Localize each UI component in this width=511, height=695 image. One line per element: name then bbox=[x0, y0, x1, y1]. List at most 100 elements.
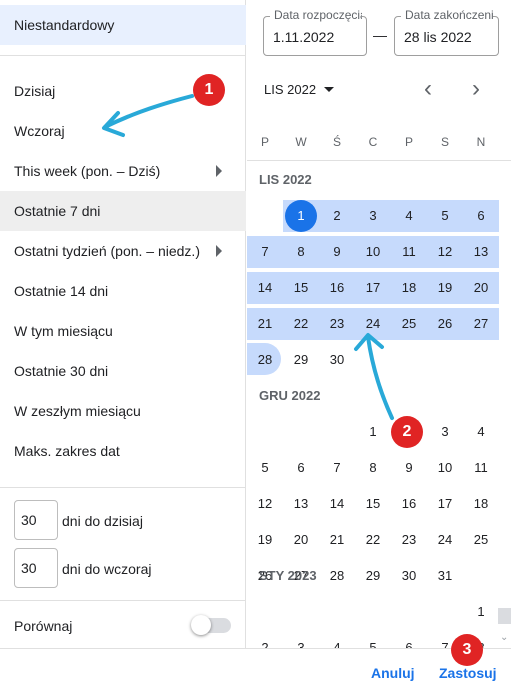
month-heading: STY 2023 bbox=[259, 568, 317, 583]
calendar-day[interactable]: 30 bbox=[391, 560, 427, 592]
scroll-down-icon[interactable]: ⌄ bbox=[500, 632, 508, 643]
calendar-day[interactable]: 1 bbox=[463, 596, 499, 628]
calendar-day[interactable]: 28 bbox=[319, 560, 355, 592]
calendar-day[interactable]: 9 bbox=[319, 236, 355, 268]
calendar-day[interactable]: 4 bbox=[391, 200, 427, 232]
annotation-badge-1: 1 bbox=[193, 74, 225, 106]
calendar-day[interactable]: 13 bbox=[463, 236, 499, 268]
calendar-day[interactable]: 18 bbox=[391, 272, 427, 304]
compare-toggle[interactable] bbox=[191, 615, 231, 635]
calendar-day[interactable]: 30 bbox=[319, 344, 355, 376]
calendar-day[interactable]: 14 bbox=[319, 488, 355, 520]
calendar-day[interactable]: 3 bbox=[427, 416, 463, 448]
calendar-day[interactable]: 7 bbox=[319, 452, 355, 484]
calendar-day[interactable]: 2 bbox=[319, 200, 355, 232]
preset-label: Ostatni tydzień (pon. – niedz.) bbox=[14, 243, 200, 259]
preset-last-14-days[interactable]: Ostatnie 14 dni bbox=[0, 271, 246, 311]
preset-last-30-days[interactable]: Ostatnie 30 dni bbox=[0, 351, 246, 391]
calendar-day[interactable]: 21 bbox=[319, 524, 355, 556]
calendar-day[interactable]: 25 bbox=[463, 524, 499, 556]
calendar-day[interactable]: 22 bbox=[355, 524, 391, 556]
preset-label: Ostatnie 7 dni bbox=[14, 203, 101, 219]
calendar-day[interactable]: 14 bbox=[247, 272, 283, 304]
preset-label: This week (pon. – Dziś) bbox=[14, 163, 161, 179]
preset-yesterday[interactable]: Wczoraj bbox=[0, 111, 246, 151]
preset-last-week[interactable]: Ostatni tydzień (pon. – niedz.) bbox=[0, 231, 246, 271]
calendar-day[interactable]: 17 bbox=[427, 488, 463, 520]
calendar-day[interactable]: 18 bbox=[463, 488, 499, 520]
preset-this-week[interactable]: This week (pon. – Dziś) bbox=[0, 151, 246, 191]
submenu-arrow-icon bbox=[216, 245, 222, 257]
calendar-day[interactable]: 6 bbox=[283, 452, 319, 484]
calendar-day[interactable]: 23 bbox=[319, 308, 355, 340]
days-to-yesterday-input[interactable] bbox=[14, 548, 58, 588]
end-date-field[interactable]: Data zakończenia 28 lis 2022 bbox=[394, 8, 499, 56]
preset-this-month[interactable]: W tym miesiącu bbox=[0, 311, 246, 351]
calendar-day[interactable]: 27 bbox=[463, 308, 499, 340]
calendar-day[interactable]: 23 bbox=[391, 524, 427, 556]
calendar-day[interactable]: 24 bbox=[355, 308, 391, 340]
calendar-day[interactable]: 20 bbox=[283, 524, 319, 556]
calendar-day[interactable]: 29 bbox=[355, 560, 391, 592]
calendar-day[interactable]: 19 bbox=[247, 524, 283, 556]
calendar-day[interactable]: 26 bbox=[427, 308, 463, 340]
calendar-day[interactable]: 24 bbox=[427, 524, 463, 556]
calendar-day[interactable]: 8 bbox=[355, 452, 391, 484]
calendar-day[interactable]: 16 bbox=[391, 488, 427, 520]
preset-last-7-days[interactable]: Ostatnie 7 dni bbox=[0, 191, 246, 231]
preset-max-range[interactable]: Maks. zakres dat bbox=[0, 431, 246, 471]
calendar-day[interactable]: 11 bbox=[391, 236, 427, 268]
calendar-day[interactable]: 31 bbox=[427, 560, 463, 592]
calendar-day[interactable]: 5 bbox=[247, 452, 283, 484]
month-year-label: LIS 2022 bbox=[264, 82, 317, 97]
preset-last-month[interactable]: W zeszłym miesiącu bbox=[0, 391, 246, 431]
calendar-divider bbox=[247, 160, 511, 161]
calendar-day[interactable]: 11 bbox=[463, 452, 499, 484]
calendar-day[interactable]: 15 bbox=[283, 272, 319, 304]
calendar-day[interactable]: 13 bbox=[283, 488, 319, 520]
cancel-button[interactable]: Anuluj bbox=[371, 665, 415, 681]
divider bbox=[0, 55, 246, 56]
calendar-day[interactable]: 4 bbox=[463, 416, 499, 448]
preset-custom[interactable]: Niestandardowy bbox=[0, 5, 246, 45]
calendar-day[interactable]: 20 bbox=[463, 272, 499, 304]
preset-label: Wczoraj bbox=[14, 123, 65, 139]
calendar-day[interactable]: 21 bbox=[247, 308, 283, 340]
annotation-badge-2: 2 bbox=[391, 416, 423, 448]
weekday-header: P bbox=[404, 135, 413, 149]
calendar-day[interactable]: 12 bbox=[247, 488, 283, 520]
calendar-day[interactable]: 29 bbox=[283, 344, 319, 376]
calendar-day[interactable]: 15 bbox=[355, 488, 391, 520]
calendar-day[interactable]: 10 bbox=[427, 452, 463, 484]
scrollbar-thumb[interactable] bbox=[498, 608, 511, 624]
calendar-day[interactable]: 16 bbox=[319, 272, 355, 304]
calendar-day[interactable]: 5 bbox=[427, 200, 463, 232]
calendar-day[interactable]: 19 bbox=[427, 272, 463, 304]
calendar-day[interactable]: 8 bbox=[283, 236, 319, 268]
toggle-knob bbox=[191, 615, 211, 635]
divider bbox=[0, 487, 246, 488]
calendar-day[interactable]: 1 bbox=[355, 416, 391, 448]
calendar-day[interactable]: 28 bbox=[247, 344, 283, 376]
calendar-day[interactable]: 10 bbox=[355, 236, 391, 268]
preset-label: W zeszłym miesiącu bbox=[14, 403, 141, 419]
start-date-field[interactable]: Data rozpoczęcia 1.11.2022 bbox=[263, 8, 367, 56]
calendar-day[interactable]: 12 bbox=[427, 236, 463, 268]
preset-label: Ostatnie 30 dni bbox=[14, 363, 109, 379]
calendar-day[interactable]: 6 bbox=[463, 200, 499, 232]
calendar-day[interactable]: 25 bbox=[391, 308, 427, 340]
apply-button[interactable]: Zastosuj bbox=[439, 665, 497, 681]
days-to-yesterday-label: dni do wczoraj bbox=[62, 561, 152, 577]
month-year-select[interactable]: LIS 2022 bbox=[264, 82, 335, 97]
calendar-day[interactable]: 7 bbox=[247, 236, 283, 268]
calendar-day[interactable]: 9 bbox=[391, 452, 427, 484]
next-month-button[interactable]: › bbox=[464, 77, 488, 102]
calendar-day[interactable]: 22 bbox=[283, 308, 319, 340]
calendar-day[interactable]: 17 bbox=[355, 272, 391, 304]
calendar-day[interactable]: 3 bbox=[355, 200, 391, 232]
prev-month-button[interactable]: ‹ bbox=[416, 77, 440, 102]
preset-label: W tym miesiącu bbox=[14, 323, 113, 339]
calendar-day[interactable]: 1 bbox=[283, 200, 319, 232]
preset-custom-label: Niestandardowy bbox=[14, 17, 115, 33]
days-to-today-input[interactable] bbox=[14, 500, 58, 540]
